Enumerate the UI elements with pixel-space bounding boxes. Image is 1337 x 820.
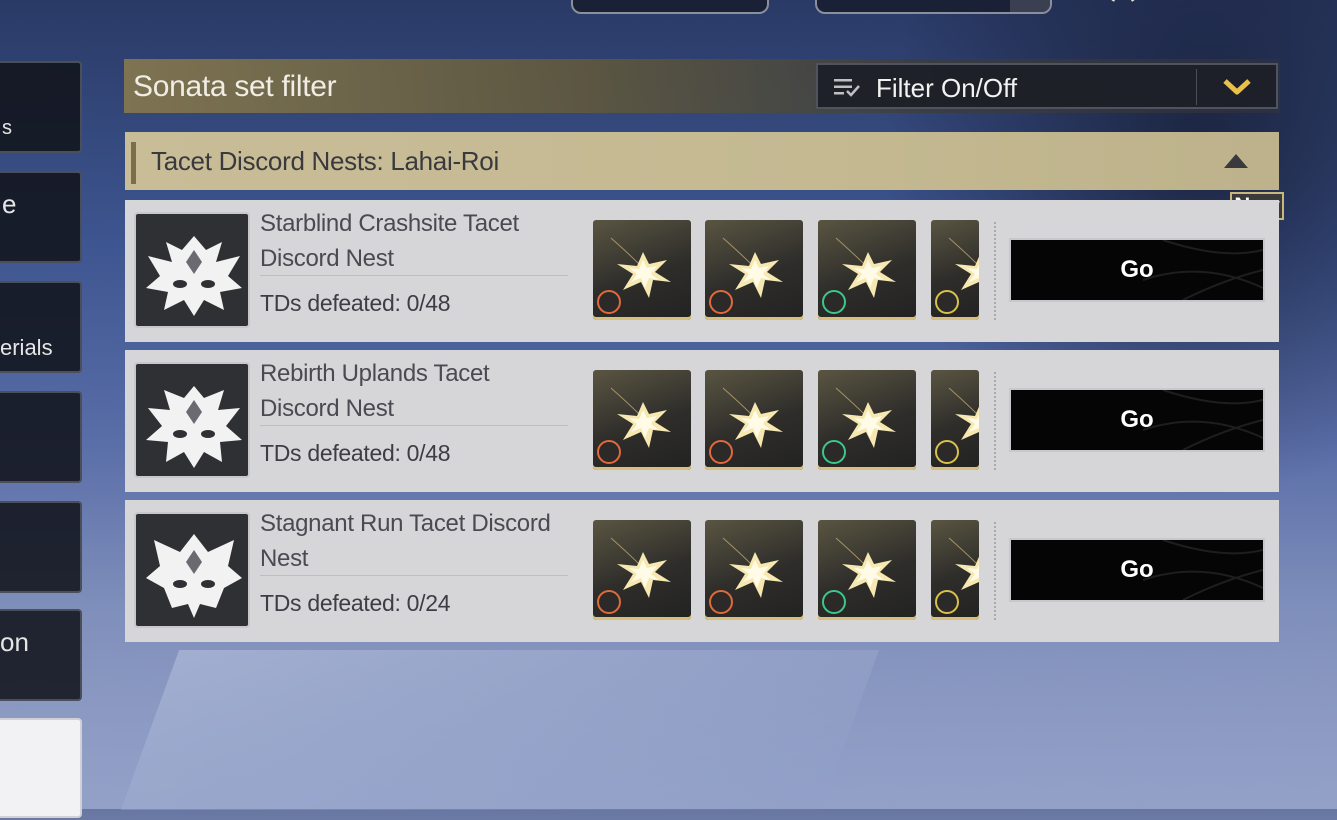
echo-burst-icon xyxy=(835,537,896,598)
nest-card: Stagnant Run Tacet Discord Nest TDs defea… xyxy=(125,500,1279,642)
tacet-discord-mask-icon xyxy=(146,386,242,468)
divider xyxy=(260,575,568,576)
go-button[interactable]: Go xyxy=(1009,538,1265,602)
filter-toggle-dropdown[interactable]: Filter On/Off xyxy=(816,63,1278,109)
sonata-echo-tile[interactable] xyxy=(593,220,691,320)
sonata-echo-tile[interactable] xyxy=(931,220,979,320)
sonata-echo-tile[interactable] xyxy=(705,520,803,620)
scroll-divider xyxy=(994,522,998,620)
heart-sonata-icon xyxy=(597,590,621,614)
star-icon[interactable] xyxy=(1205,0,1241,12)
td-progress: TDs defeated: 0/24 xyxy=(260,590,451,616)
target-sonata-icon xyxy=(822,290,846,314)
sonata-echo-tile[interactable] xyxy=(931,370,979,470)
sonata-echo-tile[interactable] xyxy=(593,370,691,470)
shield-sonata-icon xyxy=(935,590,959,614)
sidebar-item[interactable]: on xyxy=(0,609,82,701)
top-resource-pill[interactable] xyxy=(571,0,769,14)
sonata-echo-tile[interactable] xyxy=(705,370,803,470)
top-nav-icon[interactable] xyxy=(1105,0,1141,12)
nest-name: Starblind Crashsite Tacet Discord Nest xyxy=(260,210,519,272)
sonata-echo-tile[interactable] xyxy=(593,520,691,620)
sonata-echo-tile[interactable] xyxy=(818,520,916,620)
target-sonata-icon xyxy=(822,590,846,614)
tacet-discord-mask-icon xyxy=(146,236,242,316)
compass-sonata-icon xyxy=(709,440,733,464)
echo-burst-icon xyxy=(722,537,783,598)
scroll-divider xyxy=(994,222,998,320)
sonata-echo-tile[interactable] xyxy=(818,370,916,470)
sonata-filter-header: Sonata set filter Filter On/Off xyxy=(124,59,1280,113)
boss-portrait xyxy=(134,512,250,628)
background-floor xyxy=(0,620,1337,820)
collapse-caret-icon[interactable] xyxy=(1223,153,1249,169)
nest-card: Starblind Crashsite Tacet Discord Nest TD… xyxy=(125,200,1279,342)
heart-sonata-icon xyxy=(597,290,621,314)
top-resource-pill[interactable] xyxy=(815,0,1052,14)
go-button-pattern xyxy=(1143,390,1263,450)
echo-burst-icon xyxy=(722,237,783,298)
divider xyxy=(260,425,568,426)
divider xyxy=(260,275,568,276)
compass-sonata-icon xyxy=(709,290,733,314)
go-button[interactable]: Go xyxy=(1009,388,1265,452)
heart-sonata-icon xyxy=(597,440,621,464)
td-progress: TDs defeated: 0/48 xyxy=(260,440,451,466)
region-title: Tacet Discord Nests: Lahai-Roi xyxy=(151,146,499,176)
scroll-divider xyxy=(994,372,998,470)
boss-portrait xyxy=(134,212,250,328)
sidebar-item-selected[interactable] xyxy=(0,718,82,818)
go-button-pattern xyxy=(1143,540,1263,600)
go-button-pattern xyxy=(1143,240,1263,300)
shield-sonata-icon xyxy=(935,440,959,464)
boss-portrait xyxy=(134,362,250,478)
sidebar-item[interactable] xyxy=(0,391,82,483)
page-title: Sonata set filter xyxy=(133,70,337,103)
nest-card: Rebirth Uplands Tacet Discord Nest TDs de… xyxy=(125,350,1279,492)
sidebar-item[interactable] xyxy=(0,501,82,593)
echo-burst-icon xyxy=(835,237,896,298)
sidebar-item[interactable]: erials xyxy=(0,281,82,373)
sonata-echo-tile[interactable] xyxy=(705,220,803,320)
sonata-echo-tile[interactable] xyxy=(818,220,916,320)
filter-label: Filter On/Off xyxy=(876,73,1018,103)
chevron-down-icon[interactable] xyxy=(1222,77,1252,97)
background-streak xyxy=(120,650,880,810)
echo-burst-icon xyxy=(610,237,671,298)
region-accent xyxy=(131,142,136,184)
target-sonata-icon xyxy=(822,440,846,464)
echo-burst-icon xyxy=(835,387,896,448)
echo-burst-icon xyxy=(722,387,783,448)
tacet-discord-mask-icon xyxy=(146,534,242,618)
region-collapse-bar[interactable]: Tacet Discord Nests: Lahai-Roi xyxy=(125,132,1279,190)
go-button[interactable]: Go xyxy=(1009,238,1265,302)
compass-sonata-icon xyxy=(709,590,733,614)
sidebar-item[interactable]: e xyxy=(0,171,82,263)
echo-burst-icon xyxy=(610,537,671,598)
shield-sonata-icon xyxy=(935,290,959,314)
td-progress: TDs defeated: 0/48 xyxy=(260,290,451,316)
nest-name: Stagnant Run Tacet Discord Nest xyxy=(260,510,551,572)
echo-burst-icon xyxy=(610,387,671,448)
sidebar-item[interactable]: s xyxy=(0,61,82,153)
nest-name: Rebirth Uplands Tacet Discord Nest xyxy=(260,360,490,422)
sonata-echo-tile[interactable] xyxy=(931,520,979,620)
filter-list-icon xyxy=(834,79,860,97)
divider xyxy=(1196,69,1197,105)
